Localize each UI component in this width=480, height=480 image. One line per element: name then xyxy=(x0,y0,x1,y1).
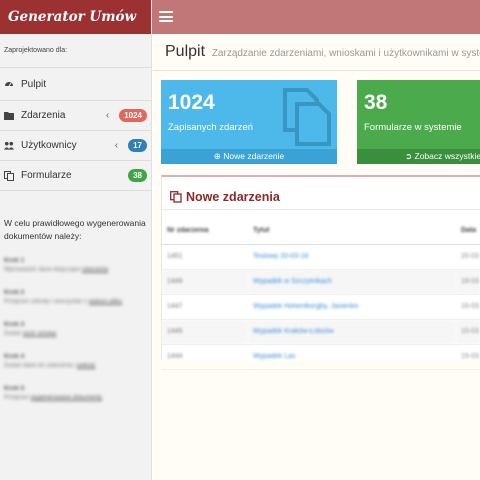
page-header: Pulpit Zarządzanie zdarzeniami, wnioskam… xyxy=(153,34,480,71)
event-number: 1451 xyxy=(162,244,248,270)
event-date: 16-03 xyxy=(456,294,480,320)
step-2: Krok 2 Przejrzeć szkody i skorzystać z w… xyxy=(4,289,147,307)
event-number: 1447 xyxy=(162,294,248,320)
menu-toggle-icon[interactable] xyxy=(159,11,173,22)
table-row[interactable]: 1445 Wypadek Kraków-Łobzów 15-03 xyxy=(162,319,480,345)
copy-icon xyxy=(170,191,182,203)
plus-circle-icon: ⊕ xyxy=(213,151,221,161)
step-desc-text: Wprowadzić dane dotyczące xyxy=(4,267,83,273)
instructions: W celu prawidłowego wygenerowania dokume… xyxy=(0,191,151,403)
table-row[interactable]: 1444 Wypadek Las 15-03 xyxy=(162,344,480,370)
forms-stat-card: 38 Formularze w systemie ➲ Zobacz wszyst… xyxy=(357,80,480,164)
event-date: 15-03 xyxy=(456,319,480,345)
chevron-left-icon: ‹ xyxy=(114,140,119,151)
step-title: Krok 2 xyxy=(4,289,25,296)
event-date: 18-03 xyxy=(456,269,480,295)
dashboard-icon xyxy=(4,79,14,89)
designed-for-label: Zaprojektowano dla: xyxy=(0,34,151,68)
sidebar-item-label: Pulpit xyxy=(21,78,47,90)
step-link[interactable]: zdarzenia xyxy=(82,267,108,273)
event-title-link[interactable]: Wypadek Kraków-Łobzów xyxy=(248,319,456,345)
forms-caption: Formularze w systemie xyxy=(364,122,462,133)
events-count: 1024 xyxy=(168,91,215,114)
event-title-link[interactable]: Testowy 20-03-18 xyxy=(248,244,456,270)
new-event-label: Nowe zdarzenie xyxy=(223,151,285,161)
step-title: Krok 4 xyxy=(4,353,25,360)
copy-icon xyxy=(283,88,331,146)
step-desc: Przejrzeć szkody i skorzystać z wyboru p… xyxy=(4,298,147,307)
new-event-button[interactable]: ⊕ Nowe zdarzenie xyxy=(161,149,337,164)
table-header-row: Nr zdarzenia Tytuł Data xyxy=(162,218,480,245)
sidebar-item-label: Formularze xyxy=(21,170,72,181)
copy-icon xyxy=(4,170,14,181)
brand-title[interactable]: Generator Umów xyxy=(0,0,151,34)
events-table: Nr zdarzenia Tytuł Data 1451 Testowy 20-… xyxy=(162,218,480,370)
step-link[interactable]: wygenerowane dokumenty xyxy=(31,395,102,401)
events-caption: Zapisanych zdarzeń xyxy=(168,122,254,133)
forms-count-badge: 38 xyxy=(128,169,147,182)
step-desc: Przejrzeć wygenerowane dokumenty xyxy=(4,394,147,403)
page-title: Pulpit xyxy=(165,43,206,60)
step-link[interactable]: wzór umowy xyxy=(23,331,56,337)
step-link[interactable]: wyboru pliku xyxy=(89,299,122,305)
column-header[interactable]: Nr zdarzenia xyxy=(162,218,248,245)
column-header[interactable]: Data xyxy=(456,218,480,245)
event-date: 20-03 xyxy=(456,244,480,270)
step-desc: Wprowadzić dane dotyczące zdarzenia xyxy=(4,266,147,275)
event-number: 1445 xyxy=(162,319,248,345)
events-stat-card: 1024 Zapisanych zdarzeń ⊕ Nowe zdarzenie xyxy=(161,80,337,164)
event-number: 1449 xyxy=(162,269,248,295)
step-desc-text: Przejrzeć szkody i skorzystać z xyxy=(4,299,89,305)
step-desc: Dodać dane do zdarzenia i pobrać xyxy=(4,362,147,371)
sidebar-item-label: Zdarzenia xyxy=(21,110,66,121)
instructions-intro: W celu prawidłowego wygenerowania dokume… xyxy=(4,218,146,241)
event-title-link[interactable]: Wypadek w Szczytnikach xyxy=(248,269,456,295)
step-5: Krok 5 Przejrzeć wygenerowane dokumenty xyxy=(4,385,147,403)
forms-count: 38 xyxy=(364,91,388,114)
table-row[interactable]: 1447 Wypadek Hohenlkorgby, Jasienko 16-0… xyxy=(162,294,480,320)
view-all-forms-button[interactable]: ➲ Zobacz wszystkie xyxy=(357,149,480,164)
users-count-badge: 17 xyxy=(128,139,147,152)
step-title: Krok 5 xyxy=(4,385,25,392)
panel-title: Nowe zdarzenia xyxy=(186,190,280,204)
sidebar-item-zdarzenia[interactable]: Zdarzenia ‹ 1024 xyxy=(0,101,151,131)
sidebar-item-uzytkownicy[interactable]: Użytkownicy ‹ 17 xyxy=(0,131,151,161)
event-date: 15-03 xyxy=(456,344,480,370)
sidebar-item-formularze[interactable]: Formularze 38 xyxy=(0,161,151,191)
step-title: Krok 1 xyxy=(4,257,25,264)
panel-header: Nowe zdarzenia xyxy=(162,177,480,210)
step-desc: Dodać wzór umowy xyxy=(4,330,147,339)
event-title-link[interactable]: Wypadek Las xyxy=(248,344,456,370)
step-1: Krok 1 Wprowadzić dane dotyczące zdarzen… xyxy=(4,257,147,275)
step-desc-text: Dodać xyxy=(4,331,24,337)
step-desc-text: Dodać dane do zdarzenia i xyxy=(4,363,78,369)
top-navbar xyxy=(152,0,480,34)
view-all-label: Zobacz wszystkie xyxy=(414,151,480,161)
step-link[interactable]: pobrać xyxy=(77,363,95,369)
step-4: Krok 4 Dodać dane do zdarzenia i pobrać xyxy=(4,353,147,371)
new-events-panel: Nowe zdarzenia Nr zdarzenia Tytuł Data 1… xyxy=(161,175,480,370)
event-title-link[interactable]: Wypadek Hohenlkorgby, Jasienko xyxy=(248,294,456,320)
page-subtitle: Zarządzanie zdarzeniami, wnioskami i uży… xyxy=(211,48,480,59)
arrow-circle-right-icon: ➲ xyxy=(405,151,413,161)
step-3: Krok 3 Dodać wzór umowy xyxy=(4,321,147,339)
event-number: 1444 xyxy=(162,344,248,370)
step-desc-text: Przejrzeć xyxy=(4,395,31,401)
users-icon xyxy=(4,141,14,151)
sidebar-item-label: Użytkownicy xyxy=(21,140,77,151)
events-count-badge: 1024 xyxy=(119,109,147,122)
sidebar-item-pulpit[interactable]: Pulpit xyxy=(0,68,151,101)
table-row[interactable]: 1449 Wypadek w Szczytnikach 18-03 xyxy=(162,269,480,295)
table-row[interactable]: 1451 Testowy 20-03-18 20-03 xyxy=(162,244,480,270)
step-title: Krok 3 xyxy=(4,321,25,328)
sidebar: Generator Umów Zaprojektowano dla: Pulpi… xyxy=(0,0,152,480)
chevron-left-icon: ‹ xyxy=(105,110,110,121)
column-header[interactable]: Tytuł xyxy=(248,218,456,245)
folder-icon xyxy=(4,111,14,121)
